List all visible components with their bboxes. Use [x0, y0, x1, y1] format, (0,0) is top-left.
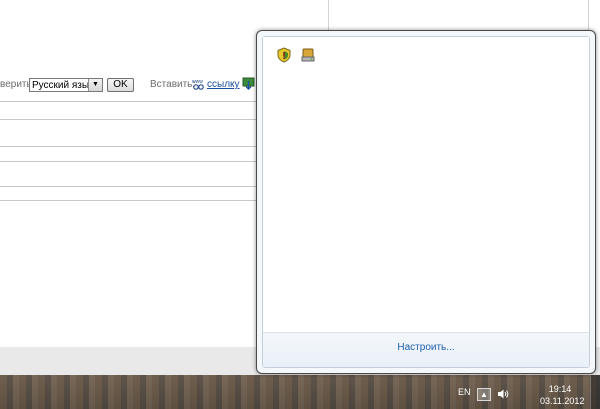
insert-image-icon[interactable]: [242, 77, 255, 90]
hidden-icons-area: [263, 37, 589, 335]
svg-text:www: www: [192, 79, 203, 85]
page-divider: [588, 0, 589, 30]
form-row-divider: [0, 146, 260, 147]
page-divider: [328, 0, 329, 30]
network-drive-icon[interactable]: [300, 47, 316, 63]
show-hidden-icons-button[interactable]: ▲: [477, 388, 491, 401]
language-indicator[interactable]: EN: [458, 387, 471, 397]
notification-overflow-popup: Настроить...: [256, 30, 596, 374]
chevron-down-icon[interactable]: ▼: [88, 79, 102, 91]
spellcheck-toolbar: верить Русский язык ▼ OK Вставить: www с…: [0, 76, 260, 94]
form-row-divider: [0, 161, 260, 162]
customize-link[interactable]: Настроить...: [263, 342, 589, 353]
form-row-divider: [0, 200, 260, 201]
language-select[interactable]: Русский язык ▼: [29, 78, 103, 92]
shield-warning-icon[interactable]: [276, 47, 292, 63]
clock-time: 19:14: [548, 384, 572, 394]
volume-icon[interactable]: [497, 388, 509, 403]
insert-label: Вставить:: [150, 79, 196, 90]
insert-link[interactable]: ссылку: [207, 79, 240, 90]
popup-content: Настроить...: [262, 36, 590, 368]
form-row-divider: [0, 186, 260, 187]
form-row-divider: [0, 101, 260, 102]
ok-button[interactable]: OK: [107, 78, 134, 92]
clock-date: 03.11.2012: [540, 396, 585, 406]
form-row-divider: [0, 119, 260, 120]
taskbar: EN ▲ 19:14 03.11.2012: [0, 375, 600, 409]
show-desktop-button[interactable]: [590, 375, 600, 409]
clock[interactable]: 19:14 03.11.2012: [540, 383, 585, 407]
popup-footer: Настроить...: [263, 332, 589, 367]
language-select-value: Русский язык: [32, 80, 94, 91]
check-label: верить: [0, 79, 32, 90]
www-link-icon[interactable]: www: [192, 77, 205, 90]
